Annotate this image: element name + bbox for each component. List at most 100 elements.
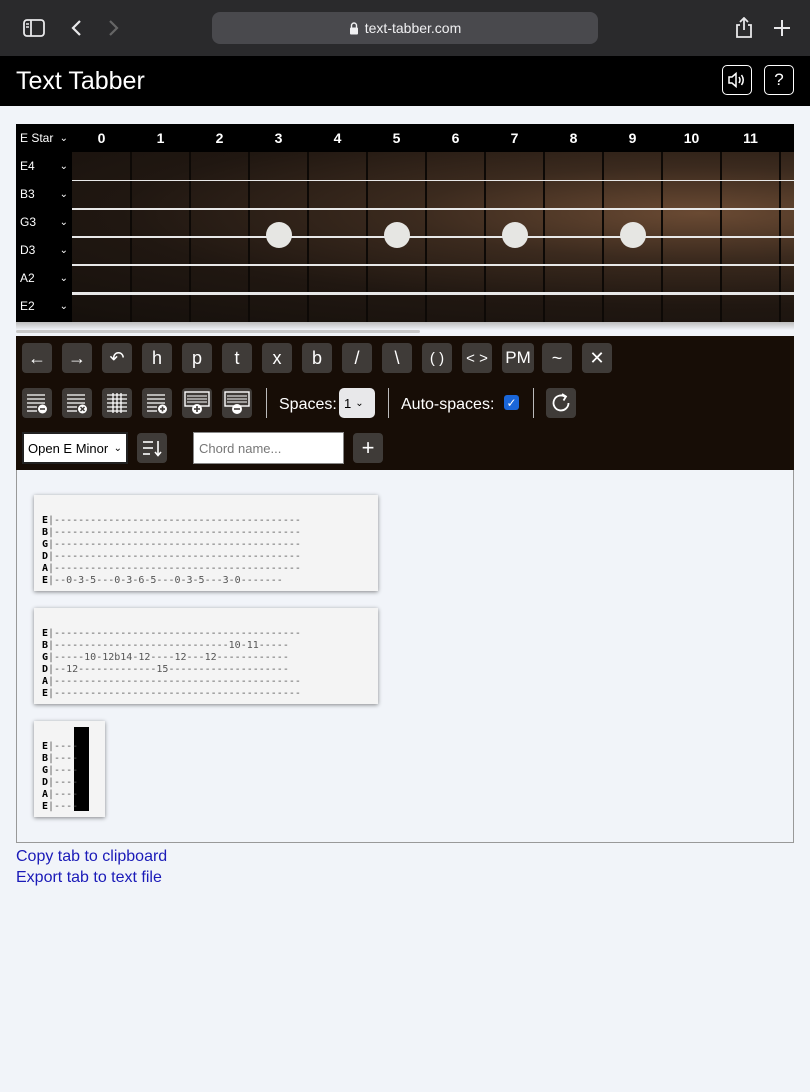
chevron-down-icon: ⌄: [59, 160, 68, 172]
tab-string-notes: |-----10-12b14-12----12---12------------: [48, 652, 289, 663]
tab-string-row: D|--12-------------15-------------------…: [42, 664, 289, 676]
help-button[interactable]: ?: [764, 65, 794, 95]
tab-string-row: A|--------------------------------------…: [42, 676, 301, 688]
fretboard-edge: [16, 322, 794, 330]
tap-button[interactable]: t: [222, 343, 252, 373]
string-tuning-select[interactable]: A2 ⌄: [16, 268, 72, 288]
tab-staff[interactable]: E|---- B|---- G|---- D|---- A|---- E|----: [34, 721, 105, 817]
tab-string-notes: |---------------------------------------…: [48, 563, 301, 574]
guitar-string: [72, 180, 794, 181]
arrow-left-button[interactable]: ←: [22, 343, 52, 373]
chevron-down-icon: ⌄: [113, 442, 122, 454]
tab-string-notes: |--0-3-5---0-3-6-5---0-3-5---3-0-------: [48, 575, 283, 586]
tab-string-notes: |----: [48, 753, 79, 764]
add-line-button[interactable]: [142, 388, 172, 418]
remove-staff-button[interactable]: [222, 388, 252, 418]
delete-line-button[interactable]: [22, 388, 52, 418]
spaces-select[interactable]: 1 ⌄: [339, 388, 375, 418]
tab-string-notes: |----: [48, 777, 79, 788]
tab-string-notes: |----: [48, 741, 79, 752]
tab-string-row: D|----: [42, 777, 78, 789]
string-tuning-select[interactable]: G3 ⌄: [16, 212, 72, 232]
auto-spaces-checkbox[interactable]: ✓: [504, 395, 519, 410]
export-tab-link[interactable]: Export tab to text file: [16, 867, 167, 888]
pull-off-button[interactable]: p: [182, 343, 212, 373]
tuning-preset-select[interactable]: E Star ⌄: [16, 128, 72, 148]
app-title: Text Tabber: [16, 67, 145, 95]
vibrato-button[interactable]: ~: [542, 343, 572, 373]
new-tab-icon[interactable]: [768, 14, 796, 42]
string-tuning-select[interactable]: E4 ⌄: [16, 156, 72, 176]
tab-staff[interactable]: E|--------------------------------------…: [34, 608, 378, 704]
string-tuning-select[interactable]: D3 ⌄: [16, 240, 72, 260]
reset-button[interactable]: [546, 388, 576, 418]
chevron-down-icon: ⌄: [355, 397, 364, 409]
add-staff-button[interactable]: [182, 388, 212, 418]
fret-number: 2: [215, 130, 224, 146]
sort-icon: [143, 441, 162, 457]
remove-staff-icon: [224, 391, 250, 414]
fret-number: 3: [274, 130, 283, 146]
ghost-note-button[interactable]: ( ): [422, 343, 452, 373]
forward-icon[interactable]: [100, 14, 128, 42]
copy-tab-link[interactable]: Copy tab to clipboard: [16, 846, 167, 867]
tab-editor[interactable]: E|--------------------------------------…: [16, 470, 794, 843]
slide-up-button[interactable]: /: [342, 343, 372, 373]
insert-column-button[interactable]: [102, 388, 132, 418]
spaces-label: Spaces:: [279, 396, 337, 413]
column-lines-icon: [107, 393, 127, 413]
clear-line-button[interactable]: [62, 388, 92, 418]
chord-name-input[interactable]: Chord name...: [193, 432, 344, 464]
guitar-string: [72, 264, 794, 266]
tab-string-notes: |---------------------------------------…: [48, 551, 301, 562]
harmonic-button[interactable]: < >: [462, 343, 492, 373]
add-chord-button[interactable]: +: [353, 433, 383, 463]
browser-toolbar: text-tabber.com: [0, 0, 810, 56]
tab-string-row: G|--------------------------------------…: [42, 539, 301, 551]
add-staff-icon: [184, 391, 210, 414]
tab-string-row: B|--------------------------------------…: [42, 527, 301, 539]
tab-string-notes: |-----------------------------10-11-----: [48, 640, 289, 651]
chord-preset-select[interactable]: Open E Minor ⌄: [22, 432, 128, 464]
sound-button[interactable]: [722, 65, 752, 95]
address-bar[interactable]: text-tabber.com: [212, 12, 598, 44]
toolbar-separator: [266, 388, 267, 418]
add-line-icon: [147, 394, 167, 414]
guitar-string: [72, 236, 794, 238]
fretboard-scrollbar[interactable]: [16, 330, 420, 333]
back-icon[interactable]: [62, 14, 90, 42]
sidebar-toggle-icon[interactable]: [20, 14, 48, 42]
chevron-down-icon: ⌄: [59, 244, 68, 256]
tab-string-notes: |----: [48, 801, 79, 812]
fretboard[interactable]: E Star ⌄ 0 1 2 3 4 5 6 7 8 9 10 11 E4 ⌄ B3 ⌄ G3 ⌄ D3 ⌄ A2 ⌄ E2 ⌄: [16, 124, 794, 322]
undo-button[interactable]: ↶: [102, 343, 132, 373]
tab-string-row: A|--------------------------------------…: [42, 563, 301, 575]
mute-button[interactable]: x: [262, 343, 292, 373]
sort-button[interactable]: [137, 433, 167, 463]
tab-string-notes: |---------------------------------------…: [48, 688, 301, 699]
tab-string-row: A|----: [42, 789, 78, 801]
delete-line-icon: [27, 394, 47, 414]
bend-button[interactable]: b: [302, 343, 332, 373]
auto-spaces-label: Auto-spaces:: [401, 396, 495, 413]
tab-string-row: B|----: [42, 753, 78, 765]
chevron-down-icon: ⌄: [59, 216, 68, 228]
fret-number: 1: [156, 130, 165, 146]
hammer-on-button[interactable]: h: [142, 343, 172, 373]
fret-number: 8: [569, 130, 578, 146]
string-tuning-select[interactable]: B3 ⌄: [16, 184, 72, 204]
tab-string-notes: |----: [48, 789, 79, 800]
tab-string-row: B|-----------------------------10-11----…: [42, 640, 289, 652]
question-icon: ?: [774, 70, 784, 89]
string-tuning-select[interactable]: E2 ⌄: [16, 296, 72, 316]
share-icon[interactable]: [730, 14, 758, 42]
tab-string-notes: |----: [48, 765, 79, 776]
toolbar-separator: [388, 388, 389, 418]
tab-string-notes: |--12-------------15--------------------: [48, 664, 289, 675]
arrow-right-button[interactable]: →: [62, 343, 92, 373]
palm-mute-button[interactable]: PM: [502, 343, 534, 373]
clear-button[interactable]: ✕: [582, 343, 612, 373]
fret-marker-dot: [501, 222, 528, 248]
tab-staff[interactable]: E|--------------------------------------…: [34, 495, 378, 591]
slide-down-button[interactable]: \: [382, 343, 412, 373]
